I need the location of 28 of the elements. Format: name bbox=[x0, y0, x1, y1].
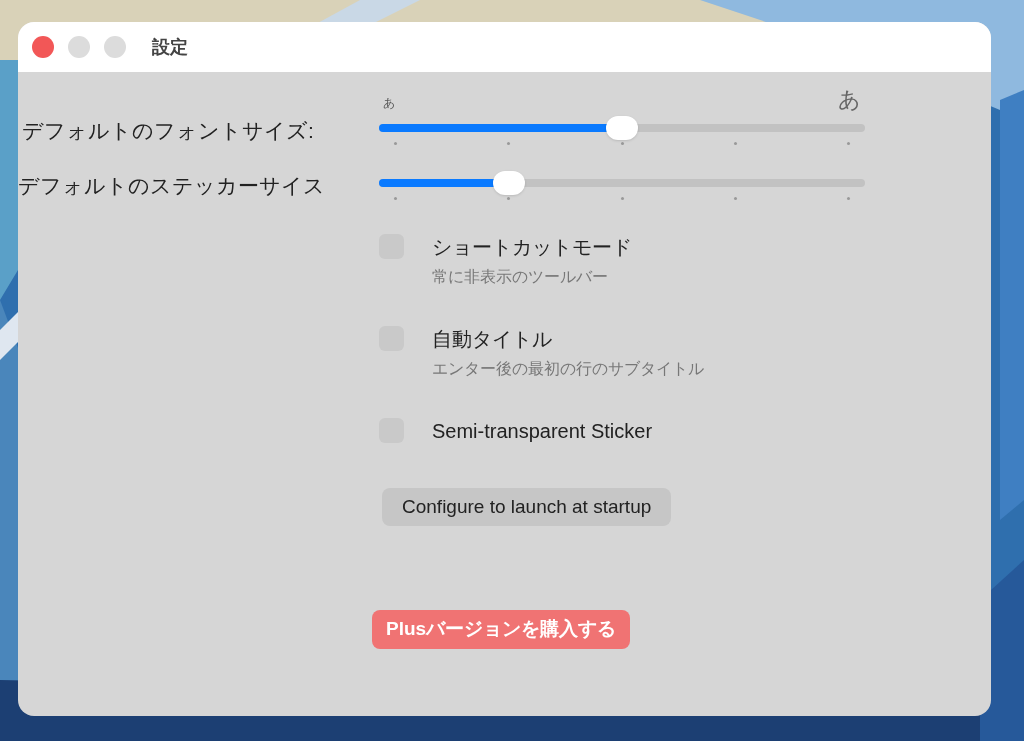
tick-mark bbox=[394, 197, 397, 200]
tick-mark bbox=[847, 197, 850, 200]
slider-thumb[interactable] bbox=[606, 116, 638, 140]
option-title: ショートカットモード bbox=[432, 235, 632, 260]
tick-mark bbox=[620, 142, 624, 145]
option-description: エンター後の最初の行のサブタイトル bbox=[432, 359, 704, 379]
large-size-label: あ bbox=[838, 88, 861, 112]
slider[interactable] bbox=[379, 171, 865, 195]
tick-mark bbox=[507, 142, 511, 145]
tick-mark bbox=[733, 197, 737, 200]
minimize-button[interactable] bbox=[68, 36, 90, 58]
option-title: 自動タイトル bbox=[432, 327, 553, 352]
option-title: Semi-transparent Sticker bbox=[432, 419, 653, 444]
tick-mark bbox=[733, 142, 737, 145]
tick-mark bbox=[394, 142, 397, 145]
slider[interactable] bbox=[379, 116, 865, 140]
tick-mark bbox=[620, 197, 624, 200]
zoom-button[interactable] bbox=[104, 36, 126, 58]
tick-mark bbox=[847, 142, 850, 145]
option-description: 常に非表示のツールバー bbox=[432, 267, 609, 287]
close-button[interactable] bbox=[32, 36, 54, 58]
window-title: 設定 bbox=[152, 35, 188, 59]
slider-label: デフォルトのステッカーサイス bbox=[18, 173, 325, 199]
tick-mark bbox=[507, 197, 511, 200]
startup-button[interactable]: Configure to launch at startup bbox=[382, 488, 672, 526]
slider-thumb[interactable] bbox=[492, 171, 525, 195]
slider-label: デフォルトのフォントサイズ: bbox=[22, 118, 314, 144]
small-size-label: あ bbox=[383, 95, 395, 112]
